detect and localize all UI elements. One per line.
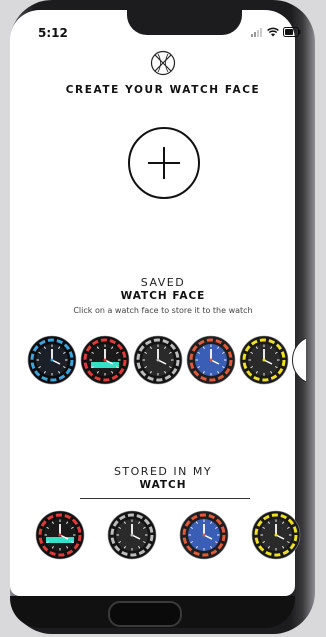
saved-watch-face-next[interactable]	[292, 335, 306, 385]
stored-watch-face-1[interactable]	[35, 510, 85, 560]
saved-watch-face-1[interactable]	[27, 335, 77, 385]
stored-watch-face-4[interactable]	[251, 510, 301, 560]
home-button[interactable]	[108, 601, 182, 627]
stored-title-line2: WATCH	[139, 479, 187, 491]
status-time: 5:12	[38, 26, 68, 40]
app-screen	[10, 10, 295, 596]
camera-notch	[127, 0, 242, 35]
saved-title-line2: WATCH FACE	[120, 290, 206, 302]
stored-watch-face-3[interactable]	[179, 510, 229, 560]
saved-hint: Click on a watch face to store it to the…	[73, 306, 253, 315]
stored-watch-face-2[interactable]	[107, 510, 157, 560]
saved-title-line1: SAVED	[140, 276, 186, 289]
divider	[80, 498, 250, 499]
plus-icon	[148, 147, 180, 179]
brand-logo	[150, 50, 176, 76]
wifi-icon	[267, 27, 279, 37]
saved-watch-face-3[interactable]	[133, 335, 183, 385]
saved-watch-face-5[interactable]	[239, 335, 289, 385]
signal-icon	[251, 28, 262, 37]
page-title: CREATE YOUR WATCH FACE	[65, 84, 261, 96]
stored-faces-carousel[interactable]	[20, 510, 306, 562]
saved-watch-face-2[interactable]	[80, 335, 130, 385]
stored-title-line1: STORED IN MY	[113, 465, 213, 478]
battery-icon	[283, 27, 301, 37]
saved-faces-carousel[interactable]	[20, 335, 306, 385]
status-icons	[251, 26, 301, 38]
add-watch-face-button[interactable]	[128, 127, 200, 199]
saved-watch-face-4[interactable]	[186, 335, 236, 385]
